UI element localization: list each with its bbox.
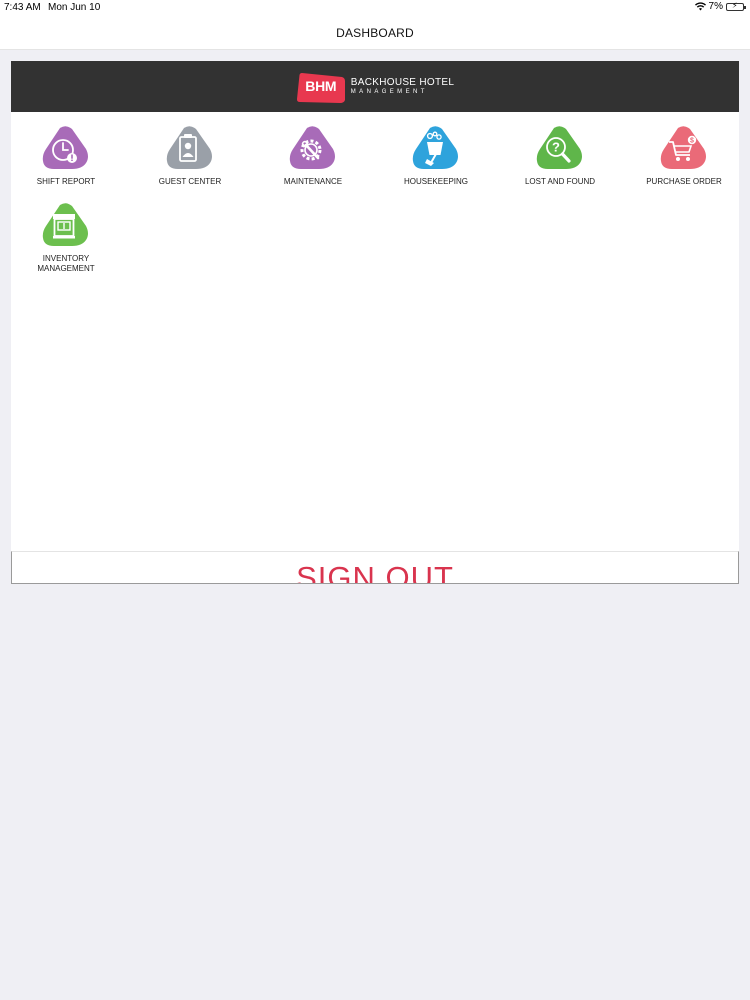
brand-name-line2: MANAGEMENT (350, 88, 428, 95)
tile-inventory-management[interactable]: INVENTORY MANAGEMENT (11, 202, 121, 274)
brand-words: BACKHOUSE HOTEL MANAGEMENT (351, 77, 454, 97)
tile-label: SHIFT REPORT (36, 177, 96, 186)
logo-mark-text: BHM (305, 77, 337, 94)
status-bar: 7:43 AM Mon Jun 10 7% ⚡ (0, 0, 750, 16)
battery-percent: 7% (708, 1, 723, 12)
battery-icon: ⚡ (726, 0, 746, 11)
cart-dollar-icon: $ (660, 126, 706, 169)
status-time: 7:43 AM (4, 2, 41, 13)
tile-label: LOST AND FOUND (524, 177, 596, 186)
dashboard-panel: BHM BACKHOUSE HOTEL MANAGEMENT SHIFT REP… (11, 61, 739, 551)
tile-housekeeping[interactable]: HOUSEKEEPING (381, 125, 491, 187)
bucket-broom-icon (412, 126, 458, 169)
svg-text:$: $ (690, 138, 694, 145)
tile-lost-and-found[interactable]: ? LOST AND FOUND (505, 125, 615, 187)
nav-bar: DASHBOARD (0, 16, 750, 50)
storefront-icon (42, 203, 88, 246)
status-right: 7% ⚡ (694, 0, 746, 12)
badge-person-icon (166, 126, 212, 169)
brand-banner: BHM BACKHOUSE HOTEL MANAGEMENT (11, 61, 739, 112)
tile-label: GUEST CENTER (158, 177, 222, 186)
tile-label: MAINTENANCE (283, 177, 343, 186)
charging-bolt-icon: ⚡ (732, 0, 738, 10)
tile-guest-center[interactable]: GUEST CENTER (135, 125, 245, 187)
tile-maintenance[interactable]: MAINTENANCE (258, 125, 368, 187)
bhm-logo: BHM (296, 69, 346, 105)
svg-text:?: ? (552, 140, 560, 155)
sign-out-label: SIGN OUT (296, 560, 454, 584)
clock-alert-icon (42, 126, 88, 169)
status-date: Mon Jun 10 (48, 2, 101, 13)
wifi-icon (694, 2, 706, 11)
tile-shift-report[interactable]: SHIFT REPORT (11, 125, 121, 187)
question-magnifier-icon: ? (536, 126, 582, 169)
page-title: DASHBOARD (336, 25, 414, 40)
tile-label: HOUSEKEEPING (403, 177, 468, 186)
gear-wrench-icon (289, 126, 335, 169)
brand-name-line1: BACKHOUSE HOTEL (350, 76, 455, 88)
sign-out-button[interactable]: SIGN OUT (11, 551, 739, 584)
tile-label: INVENTORY MANAGEMENT (37, 254, 95, 273)
tile-purchase-order[interactable]: $ PURCHASE ORDER (629, 125, 739, 187)
tile-label: PURCHASE ORDER (646, 177, 722, 186)
